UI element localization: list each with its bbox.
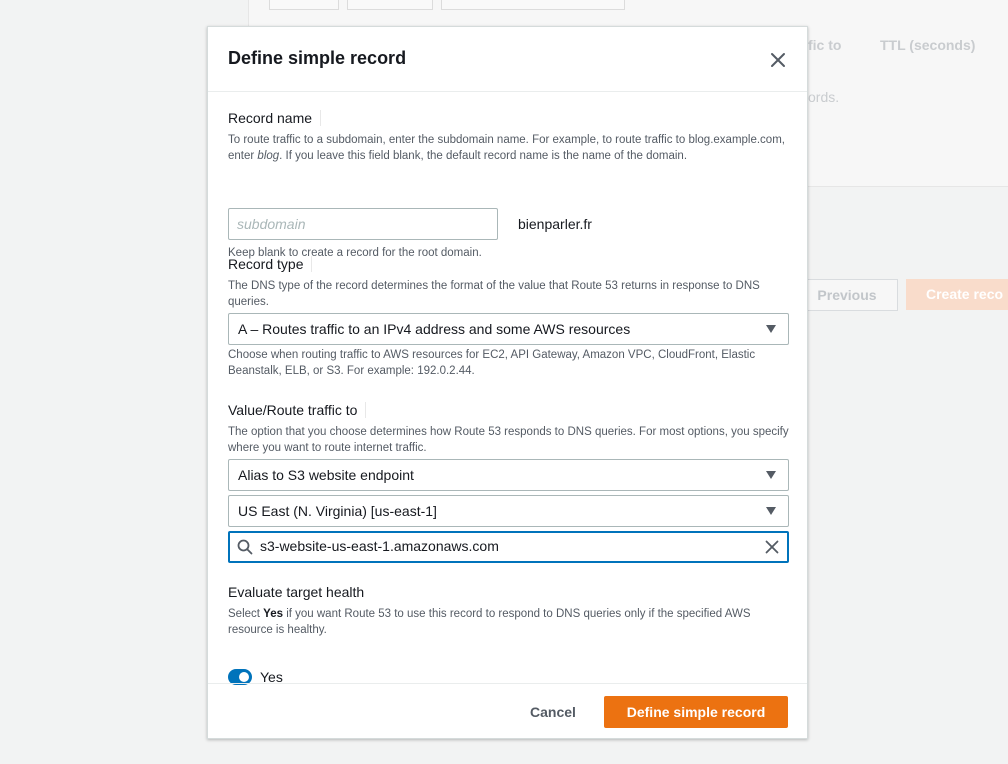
record-name-field: Record name To route traffic to a subdom… (228, 110, 789, 164)
domain-suffix: bienparler.fr (518, 216, 592, 232)
background-tab (347, 0, 433, 10)
value-route-description: The option that you choose determines ho… (228, 426, 789, 454)
endpoint-type-selected-value: Alias to S3 website endpoint (238, 467, 414, 483)
evaluate-health-desc-yes: Yes (263, 608, 283, 620)
region-selected-value: US East (N. Virginia) [us-east-1] (238, 503, 437, 519)
value-route-label: Value/Route traffic to (228, 402, 367, 418)
close-icon[interactable] (769, 51, 787, 69)
background-column-header: TTL (seconds) (880, 37, 976, 53)
endpoint-search-input[interactable]: s3-website-us-east-1.amazonaws.com (228, 531, 789, 563)
background-column-header: fic to (808, 37, 842, 53)
define-simple-record-button[interactable]: Define simple record (604, 696, 788, 728)
search-icon (237, 539, 253, 555)
subdomain-input[interactable] (228, 208, 498, 240)
evaluate-health-label: Evaluate target health (228, 584, 365, 600)
background-previous-button: Previous (796, 279, 898, 311)
background-create-button: Create reco (906, 279, 1008, 310)
record-name-desc-text-end: . If you leave this field blank, the def… (279, 150, 688, 162)
evaluate-health-description: Select Yes if you want Route 53 to use t… (228, 606, 789, 638)
record-name-description: To route traffic to a subdomain, enter t… (228, 132, 789, 164)
caret-down-icon (766, 471, 776, 479)
caret-down-icon (766, 507, 776, 515)
background-tab (441, 0, 625, 10)
record-type-selected-value: A – Routes traffic to an IPv4 address an… (238, 321, 631, 337)
caret-down-icon (766, 325, 776, 333)
modal-title: Define simple record (228, 48, 407, 68)
endpoint-search-value: s3-website-us-east-1.amazonaws.com (260, 538, 499, 554)
background-tab (269, 0, 339, 10)
define-simple-record-modal: Define simple record Record name To rout… (207, 26, 808, 739)
background-text: ords. (808, 89, 840, 105)
evaluate-health-desc-text: Select (228, 608, 264, 620)
record-type-select[interactable]: A – Routes traffic to an IPv4 address an… (228, 313, 789, 345)
record-type-hint: Choose when routing traffic to AWS resou… (228, 349, 756, 377)
evaluate-health-desc-text-end: if you want Route 53 to use this record … (228, 608, 751, 636)
record-type-label: Record type (228, 256, 313, 272)
value-route-field: Value/Route traffic to The option that y… (228, 402, 789, 456)
endpoint-type-select[interactable]: Alias to S3 website endpoint (228, 459, 789, 491)
record-name-label: Record name (228, 110, 322, 126)
record-type-field: Record type The DNS type of the record d… (228, 256, 789, 310)
modal-footer: Cancel Define simple record (208, 683, 807, 740)
evaluate-health-field: Evaluate target health Select Yes if you… (228, 584, 789, 638)
record-type-description: The DNS type of the record determines th… (228, 280, 760, 308)
cancel-button[interactable]: Cancel (520, 696, 586, 728)
region-select[interactable]: US East (N. Virginia) [us-east-1] (228, 495, 789, 527)
clear-icon[interactable] (765, 540, 779, 554)
toggle-knob (239, 672, 249, 682)
record-name-desc-example: blog (257, 150, 280, 162)
modal-header: Define simple record (208, 27, 807, 92)
